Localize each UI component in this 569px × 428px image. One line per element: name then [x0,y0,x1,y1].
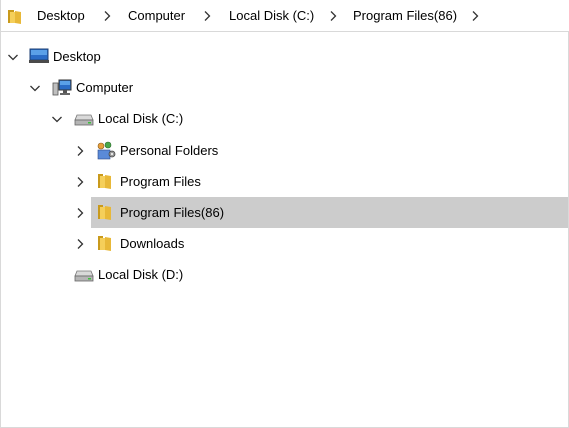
tree-item-label: Program Files [120,174,201,189]
chevron-right-icon[interactable] [327,10,339,22]
breadcrumb-desktop[interactable]: Desktop [37,0,85,32]
chevron-right-icon[interactable] [74,207,86,219]
tree-item-label: Downloads [120,236,185,251]
folder-icon [98,205,111,220]
chevron-right-icon[interactable] [74,238,86,250]
chevron-down-icon[interactable] [7,51,19,63]
tree-item-program-files-86[interactable]: Program Files(86) [91,197,568,228]
tree-item-label: Local Disk (D:) [98,267,184,282]
breadcrumb-computer[interactable]: Computer [128,0,185,32]
chevron-down-icon[interactable] [29,82,41,94]
tree-item-label: Desktop [53,49,101,64]
tree-item-program-files[interactable]: Program Files [1,166,568,197]
computer-icon [52,79,72,96]
tree-item-personal-folders[interactable]: Personal Folders [1,135,568,166]
folder-icon [8,10,21,24]
chevron-right-icon[interactable] [469,10,481,22]
tree-item-desktop[interactable]: Desktop [1,41,568,72]
tree-item-label: Local Disk (C:) [98,111,184,126]
chevron-right-icon[interactable] [201,10,213,22]
file-explorer-window: Desktop Computer Local Disk (C:) Program… [0,0,569,428]
chevron-down-icon[interactable] [51,113,63,125]
drive-icon [74,270,94,282]
desktop-icon [29,48,49,63]
tree-item-label: Personal Folders [120,143,219,158]
breadcrumb-program-files-86[interactable]: Program Files(86) [353,0,457,32]
tree-item-local-disk-c[interactable]: Local Disk (C:) [1,103,568,134]
tree-item-downloads[interactable]: Downloads [1,228,568,259]
tree-item-label: Program Files(86) [120,205,225,220]
breadcrumb-local-disk-c[interactable]: Local Disk (C:) [229,0,314,32]
folder-icon [98,174,111,189]
address-bar[interactable]: Desktop Computer Local Disk (C:) Program… [1,0,569,32]
tree-item-computer[interactable]: Computer [1,72,568,103]
folder-icon [98,236,111,251]
chevron-right-icon[interactable] [74,176,86,188]
tree-item-local-disk-d[interactable]: Local Disk (D:) [1,259,568,290]
chevron-right-icon[interactable] [74,145,86,157]
personal-folders-icon [97,141,116,160]
tree-item-label: Computer [76,80,134,95]
chevron-right-icon[interactable] [101,10,113,22]
drive-icon [74,114,94,126]
